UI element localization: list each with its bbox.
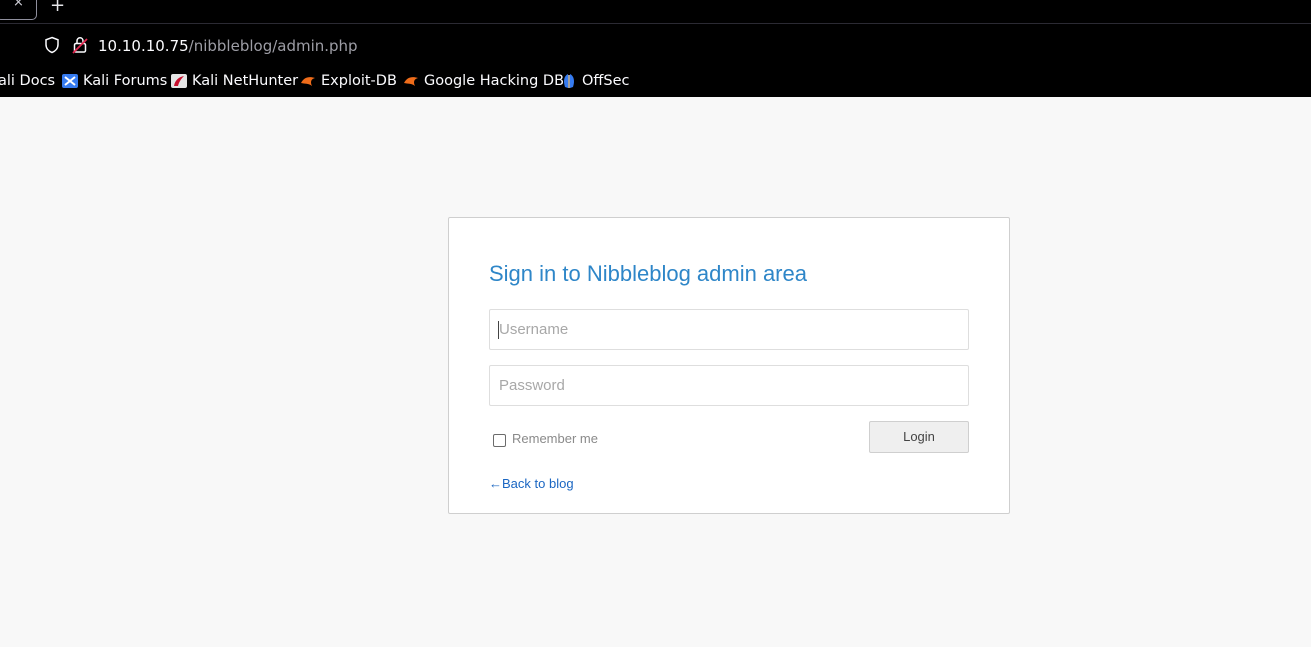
bookmark-label: Kali Forums: [83, 73, 168, 89]
bookmark-label: ali Docs: [0, 73, 56, 89]
bookmark-label: Kali NetHunter: [192, 73, 299, 89]
bookmark-google-hacking-db[interactable]: Google Hacking DB: [403, 71, 564, 91]
url-text[interactable]: 10.10.10.75/nibbleblog/admin.php: [98, 36, 358, 56]
bookmark-kali-forums[interactable]: Kali Forums: [62, 71, 167, 91]
tab-close-icon[interactable]: ×: [13, 0, 24, 10]
bookmark-offsec[interactable]: OffSec: [561, 71, 630, 91]
address-bar[interactable]: 10.10.10.75/nibbleblog/admin.php: [0, 30, 1311, 62]
url-path: /nibbleblog/admin.php: [188, 37, 358, 55]
ghdb-icon: [404, 77, 418, 86]
exploit-db-icon: [301, 77, 315, 86]
browser-chrome: × + 10.10.10.75/nibbleblog/admin.php ali…: [0, 0, 1311, 97]
remember-me[interactable]: Remember me: [493, 429, 598, 447]
remember-me-label[interactable]: Remember me: [512, 431, 598, 446]
tab-strip: × +: [0, 0, 1311, 24]
new-tab-icon[interactable]: +: [50, 0, 65, 15]
username-input[interactable]: [489, 309, 969, 350]
bookmark-kali-nethunter[interactable]: Kali NetHunter: [171, 71, 298, 91]
remember-me-checkbox[interactable]: [493, 434, 506, 447]
url-host: 10.10.10.75: [98, 37, 189, 55]
text-caret: [498, 321, 499, 339]
kali-forums-icon: [62, 74, 78, 88]
bookmark-exploit-db[interactable]: Exploit-DB: [300, 71, 397, 91]
shield-icon[interactable]: [44, 36, 60, 54]
bookmarks-toolbar: ali Docs Kali Forums Kali NetHunter Expl…: [0, 68, 1311, 94]
back-to-blog-link[interactable]: ←Back to blog: [489, 476, 574, 491]
password-input[interactable]: [489, 365, 969, 406]
browser-tab[interactable]: ×: [0, 0, 37, 20]
bookmark-label: Exploit-DB: [321, 73, 397, 89]
insecure-lock-icon[interactable]: [72, 36, 88, 54]
kali-nethunter-icon: [171, 74, 187, 88]
login-card: Sign in to Nibbleblog admin area Remembe…: [448, 217, 1010, 514]
page-title: Sign in to Nibbleblog admin area: [489, 261, 807, 286]
login-button[interactable]: Login: [869, 421, 969, 453]
offsec-icon: [564, 74, 574, 88]
bookmark-kali-docs[interactable]: ali Docs: [0, 71, 55, 91]
bookmark-label: Google Hacking DB: [424, 73, 565, 89]
bookmark-label: OffSec: [582, 73, 630, 89]
